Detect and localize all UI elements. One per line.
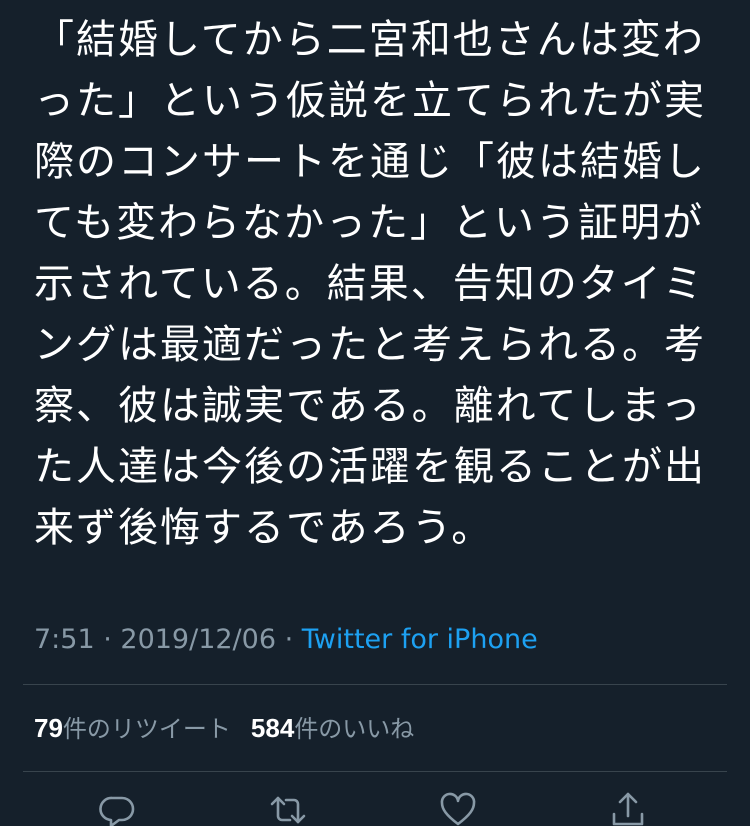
tweet-date[interactable]: 2019/12/06 bbox=[120, 624, 276, 655]
tweet-actions bbox=[0, 790, 750, 826]
meta-separator-1: · bbox=[94, 624, 121, 655]
retweets-count: 79 bbox=[34, 713, 63, 743]
tweet-detail: 「結婚してから二宮和也さんは変わった」という仮説を立てられたが実際のコンサートを… bbox=[0, 0, 750, 826]
share-button[interactable] bbox=[604, 790, 652, 826]
tweet-stats: 79件のリツイート 584件のいいね bbox=[34, 710, 414, 747]
like-button[interactable] bbox=[434, 790, 482, 826]
divider bbox=[23, 771, 727, 772]
retweets-label: 件のリツイート bbox=[62, 715, 231, 743]
retweet-button[interactable] bbox=[264, 790, 312, 826]
meta-separator-2: · bbox=[276, 624, 302, 655]
share-icon bbox=[612, 792, 644, 826]
reply-icon bbox=[99, 796, 135, 826]
tweet-source-link[interactable]: Twitter for iPhone bbox=[302, 624, 538, 655]
likes-label: 件のいいね bbox=[294, 715, 415, 743]
tweet-meta: 7:51 · 2019/12/06 · Twitter for iPhone bbox=[34, 622, 538, 658]
heart-icon bbox=[440, 792, 476, 826]
tweet-time[interactable]: 7:51 bbox=[34, 624, 95, 655]
retweets-stat[interactable]: 79件のリツイート bbox=[34, 710, 231, 747]
tweet-text: 「結婚してから二宮和也さんは変わった」という仮説を立てられたが実際のコンサートを… bbox=[34, 17, 706, 551]
reply-button[interactable] bbox=[93, 790, 141, 826]
retweet-icon bbox=[270, 796, 306, 824]
divider bbox=[23, 684, 727, 685]
likes-count: 584 bbox=[250, 713, 295, 743]
likes-stat[interactable]: 584件のいいね bbox=[251, 710, 414, 747]
